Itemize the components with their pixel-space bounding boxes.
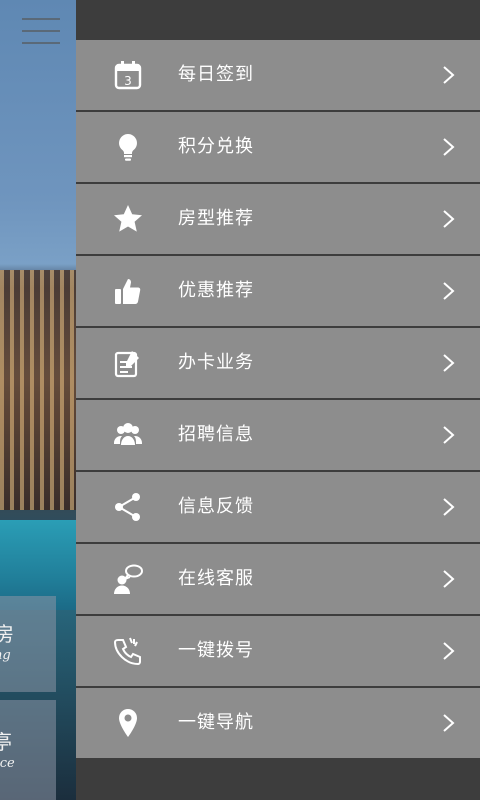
people-icon xyxy=(112,419,144,451)
chevron-right-icon xyxy=(443,642,455,660)
chevron-right-icon xyxy=(443,210,455,228)
chevron-right-icon xyxy=(443,354,455,372)
menu-item-label: 办卡业务 xyxy=(178,352,254,373)
menu-item-card-services[interactable]: 办卡业务 xyxy=(76,328,480,398)
menu-item-label: 房型推荐 xyxy=(178,208,254,229)
chevron-right-icon xyxy=(443,714,455,732)
share-icon xyxy=(112,491,144,523)
hamburger-menu-icon[interactable] xyxy=(22,18,60,48)
star-icon xyxy=(112,203,144,235)
menu-item-label: 一键拨号 xyxy=(178,640,254,661)
menu-item-label: 招聘信息 xyxy=(178,424,254,445)
phone-icon xyxy=(112,635,144,667)
service-card[interactable]: 亭 rvice xyxy=(0,700,56,800)
drawer-header xyxy=(76,0,480,40)
calendar-icon: 3 xyxy=(112,59,144,91)
chevron-right-icon xyxy=(443,426,455,444)
menu-item-label: 一键导航 xyxy=(178,712,254,733)
menu-item-feedback[interactable]: 信息反馈 xyxy=(76,472,480,542)
booking-card[interactable]: 房 king xyxy=(0,596,56,692)
map-pin-icon xyxy=(112,707,144,739)
drawer-footer xyxy=(76,760,480,800)
drawer-menu: 3 每日签到 积分兑换 房型推荐 优惠推荐 办卡业务 招聘信息 信息反馈 在线客… xyxy=(76,40,480,760)
menu-item-label: 积分兑换 xyxy=(178,136,254,157)
menu-item-room-recommend[interactable]: 房型推荐 xyxy=(76,184,480,254)
menu-item-online-service[interactable]: 在线客服 xyxy=(76,544,480,614)
menu-item-deals-recommend[interactable]: 优惠推荐 xyxy=(76,256,480,326)
hotel-building-image xyxy=(0,270,76,510)
svg-text:3: 3 xyxy=(124,74,132,88)
booking-card-subtitle: king xyxy=(0,648,11,663)
chat-user-icon xyxy=(112,563,144,595)
chevron-right-icon xyxy=(443,282,455,300)
service-card-title: 亭 xyxy=(0,730,12,754)
service-card-subtitle: rvice xyxy=(0,756,15,771)
menu-item-recruitment[interactable]: 招聘信息 xyxy=(76,400,480,470)
menu-item-one-click-navigation[interactable]: 一键导航 xyxy=(76,688,480,758)
menu-item-label: 在线客服 xyxy=(178,568,254,589)
background-app: 房 king 亭 rvice xyxy=(0,0,76,800)
menu-item-daily-checkin[interactable]: 3 每日签到 xyxy=(76,40,480,110)
booking-card-title: 房 xyxy=(0,622,14,646)
card-form-icon xyxy=(112,347,144,379)
chevron-right-icon xyxy=(443,66,455,84)
chevron-right-icon xyxy=(443,138,455,156)
lightbulb-icon xyxy=(112,131,144,163)
chevron-right-icon xyxy=(443,498,455,516)
chevron-right-icon xyxy=(443,570,455,588)
side-drawer: 3 每日签到 积分兑换 房型推荐 优惠推荐 办卡业务 招聘信息 信息反馈 在线客… xyxy=(76,0,480,800)
menu-item-label: 优惠推荐 xyxy=(178,280,254,301)
menu-item-label: 信息反馈 xyxy=(178,496,254,517)
thumbs-up-icon xyxy=(112,275,144,307)
menu-item-one-click-dial[interactable]: 一键拨号 xyxy=(76,616,480,686)
menu-item-points-exchange[interactable]: 积分兑换 xyxy=(76,112,480,182)
menu-item-label: 每日签到 xyxy=(178,64,254,85)
